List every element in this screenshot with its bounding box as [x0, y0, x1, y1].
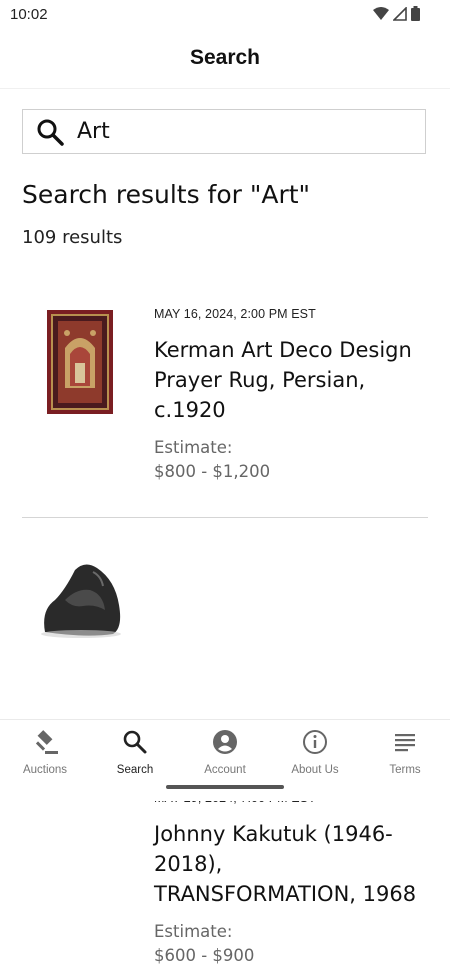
nav-item-about[interactable]: About Us: [270, 720, 360, 801]
lot-title[interactable]: Johnny Kakutuk (1946-2018), TRANSFORMATI…: [154, 819, 424, 909]
status-bar: 10:02: [0, 0, 450, 28]
signal-icon: [393, 6, 407, 21]
search-icon: [25, 118, 75, 146]
lot-image-prayer-rug[interactable]: [30, 302, 130, 422]
title-bar: Search: [0, 28, 450, 89]
battery-icon: [411, 6, 420, 21]
page-title: Search: [189, 46, 261, 69]
lot-estimate-label: Estimate:: [154, 922, 233, 941]
nav-label: Search: [116, 764, 154, 776]
result-list: MAY 16, 2024, 2:00 PM EST Kerman Art Dec…: [22, 280, 428, 965]
lot-card[interactable]: MAY 16, 2024, 2:00 PM EST Kerman Art Dec…: [22, 280, 428, 518]
account-icon: [212, 728, 238, 756]
nav-label: Account: [204, 764, 246, 776]
nav-label: Terms: [389, 764, 421, 776]
nav-item-terms[interactable]: Terms: [360, 720, 450, 801]
home-indicator: [166, 785, 284, 789]
lot-estimate-label: Estimate:: [154, 438, 233, 457]
gavel-icon: [31, 728, 59, 756]
status-icons: [373, 6, 420, 21]
menu-lines-icon: [393, 728, 417, 756]
search-icon: [122, 728, 148, 756]
status-time: 10:02: [10, 6, 48, 23]
wifi-icon: [373, 6, 389, 20]
nav-label: Auctions: [22, 764, 68, 776]
nav-item-auctions[interactable]: Auctions: [0, 720, 90, 801]
results-heading: Search results for "Art": [22, 180, 311, 209]
search-box[interactable]: [22, 109, 426, 154]
lot-image-sculpture[interactable]: [30, 540, 130, 660]
lot-date: MAY 16, 2024, 2:00 PM EST: [154, 307, 316, 321]
lot-title[interactable]: Kerman Art Deco Design Prayer Rug, Persi…: [154, 335, 424, 425]
nav-label: About Us: [291, 764, 339, 776]
info-icon: [302, 728, 328, 756]
lot-estimate-value: $600 - $900: [154, 946, 255, 965]
search-input[interactable]: [77, 119, 397, 144]
lot-estimate-value: $800 - $1,200: [154, 462, 271, 481]
results-count: 109 results: [22, 227, 123, 248]
